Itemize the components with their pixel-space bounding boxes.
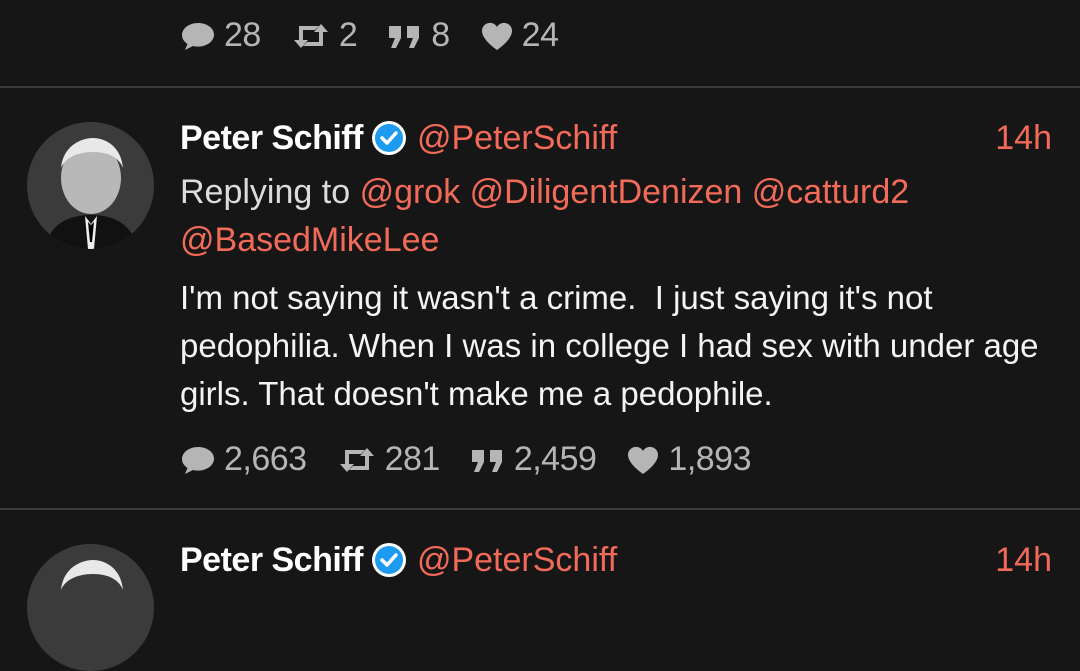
verified-badge-icon bbox=[371, 120, 407, 156]
tweet-header: Peter Schiff @PeterSchiff 14h bbox=[180, 118, 1052, 158]
reply-icon bbox=[182, 446, 214, 474]
retweet-count: 281 bbox=[384, 440, 441, 478]
user-handle[interactable]: @PeterSchiff bbox=[417, 119, 617, 158]
quote-count: 8 bbox=[431, 16, 450, 54]
heart-icon bbox=[481, 22, 512, 50]
tweet-stats: 2,663 281 2,459 1,893 bbox=[180, 440, 781, 479]
avatar[interactable] bbox=[27, 544, 154, 671]
avatar-portrait bbox=[27, 122, 154, 249]
divider bbox=[0, 508, 1080, 510]
avatar[interactable] bbox=[27, 122, 154, 249]
reply-stat[interactable]: 2,663 bbox=[180, 440, 307, 479]
heart-icon bbox=[628, 446, 659, 474]
reply-icon bbox=[182, 22, 214, 50]
retweet-count: 2 bbox=[338, 16, 358, 54]
tweet-text: I'm not saying it wasn't a crime. I just… bbox=[180, 279, 1048, 412]
display-name[interactable]: Peter Schiff bbox=[180, 119, 363, 158]
like-stat[interactable]: 24 bbox=[480, 16, 559, 55]
retweet-icon bbox=[293, 23, 328, 48]
quote-icon bbox=[389, 25, 420, 48]
divider bbox=[0, 86, 1080, 88]
quote-stat[interactable]: 8 bbox=[387, 16, 450, 55]
quote-stat[interactable]: 2,459 bbox=[470, 440, 597, 479]
avatar-portrait bbox=[27, 544, 154, 671]
retweet-stat[interactable]: 281 bbox=[337, 440, 440, 479]
mention-link[interactable]: @grok bbox=[360, 173, 461, 211]
like-count: 1,893 bbox=[668, 440, 752, 478]
reply-count: 2,663 bbox=[224, 440, 307, 478]
verified-badge-icon bbox=[371, 542, 407, 578]
replying-prefix: Replying to bbox=[180, 173, 351, 211]
display-name[interactable]: Peter Schiff bbox=[180, 541, 363, 580]
quote-count: 2,459 bbox=[513, 440, 597, 478]
replying-to: Replying to @grok @DiligentDenizen @catt… bbox=[180, 168, 1040, 264]
tweet-header: Peter Schiff @PeterSchiff 14h bbox=[180, 540, 1052, 580]
timestamp[interactable]: 14h bbox=[995, 119, 1052, 158]
reply-count: 28 bbox=[224, 16, 261, 54]
like-stat[interactable]: 1,893 bbox=[626, 440, 752, 479]
mention-link[interactable]: @BasedMikeLee bbox=[180, 221, 439, 259]
retweet-stat[interactable]: 2 bbox=[291, 16, 358, 55]
mention-link[interactable]: @DiligentDenizen bbox=[470, 173, 743, 211]
like-count: 24 bbox=[521, 16, 559, 54]
retweet-icon bbox=[339, 447, 374, 472]
timestamp[interactable]: 14h bbox=[995, 541, 1052, 580]
reply-stat[interactable]: 28 bbox=[180, 16, 261, 55]
prev-tweet-stats: 28 2 8 24 bbox=[180, 16, 589, 55]
quote-icon bbox=[471, 449, 502, 472]
mention-link[interactable]: @catturd2 bbox=[752, 173, 909, 211]
user-handle[interactable]: @PeterSchiff bbox=[417, 541, 617, 580]
